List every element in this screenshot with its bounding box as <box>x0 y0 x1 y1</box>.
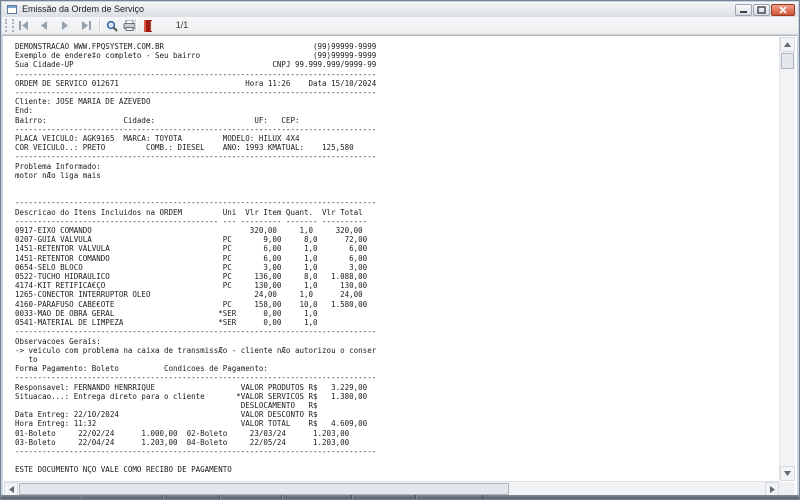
minimize-icon <box>740 11 747 13</box>
minimize-button[interactable] <box>735 4 752 16</box>
taskbar-segment <box>220 495 282 499</box>
report-text: DEMONSTRACAO WWW.FPQSYSTEM.COM.BR (99)99… <box>15 42 377 475</box>
close-icon <box>779 6 787 14</box>
preview-window: Emissão da Ordem de Serviço 1/1 DEMONSTR… <box>0 0 800 500</box>
close-button[interactable] <box>771 4 795 16</box>
taskbar-segment <box>352 495 416 499</box>
toolbar: 1/1 <box>2 17 798 35</box>
print-preview-area: DEMONSTRACAO WWW.FPQSYSTEM.COM.BR (99)99… <box>3 35 797 497</box>
toolbar-separator <box>99 19 100 31</box>
magnifier-icon <box>106 20 118 32</box>
arrow-up-icon <box>784 42 791 47</box>
scroll-left-button[interactable] <box>4 482 18 496</box>
first-page-icon <box>18 21 28 30</box>
scroll-down-button[interactable] <box>780 466 795 481</box>
window-title: Emissão da Ordem de Serviço <box>22 4 145 14</box>
vertical-scrollbar[interactable] <box>779 37 795 481</box>
exit-button[interactable] <box>139 18 157 33</box>
horizontal-scrollbar[interactable] <box>4 481 779 496</box>
toolbar-grip-handle[interactable] <box>5 19 14 32</box>
maximize-button[interactable] <box>753 4 770 16</box>
horizontal-scroll-thumb[interactable] <box>19 483 509 495</box>
scrollbar-corner <box>779 482 795 496</box>
printer-icon <box>123 20 135 31</box>
vertical-scroll-thumb[interactable] <box>781 53 794 69</box>
last-page-button[interactable] <box>77 18 95 33</box>
arrow-right-icon <box>769 485 775 493</box>
taskbar-segment <box>282 495 352 499</box>
taskbar-segment <box>81 495 163 499</box>
last-page-icon <box>81 21 91 30</box>
taskbar-strip <box>1 495 799 499</box>
previous-page-button[interactable] <box>35 18 53 33</box>
title-bar[interactable]: Emissão da Ordem de Serviço <box>2 2 798 18</box>
taskbar-segment <box>163 495 220 499</box>
arrow-down-icon <box>784 471 791 476</box>
app-icon <box>7 5 17 14</box>
page-indicator: 1/1 <box>175 20 189 30</box>
previous-page-icon <box>41 21 47 30</box>
next-page-button[interactable] <box>56 18 74 33</box>
scroll-up-button[interactable] <box>780 37 795 52</box>
maximize-icon <box>757 6 766 14</box>
arrow-left-icon <box>8 485 14 493</box>
scroll-right-button[interactable] <box>765 482 779 496</box>
next-page-icon <box>62 21 68 30</box>
toolbar-separator <box>135 19 136 31</box>
zoom-button[interactable] <box>103 18 121 33</box>
exit-book-icon <box>143 19 152 32</box>
taskbar-segment <box>416 495 483 499</box>
first-page-button[interactable] <box>14 18 32 33</box>
